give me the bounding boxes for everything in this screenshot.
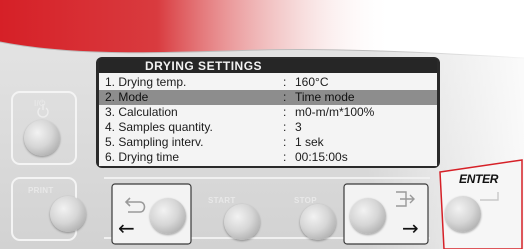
setting-value: 1 sek (295, 135, 324, 149)
setting-label: 2. Mode (105, 90, 149, 104)
setting-value: 160°C (295, 75, 329, 89)
setting-separator: : (283, 150, 287, 164)
setting-value: m0-m/m*100% (295, 105, 375, 119)
enter-key-label: ENTER (459, 172, 499, 186)
setting-value: 3 (295, 120, 302, 134)
stop-button[interactable] (300, 204, 336, 240)
print-key-label: PRINT (28, 186, 54, 195)
setting-separator: : (283, 105, 287, 119)
power-button[interactable] (24, 120, 60, 156)
setting-separator: : (283, 120, 287, 134)
next-arrow-icon: → (402, 216, 419, 240)
setting-label: 5. Sampling interv. (105, 135, 204, 149)
settings-row[interactable]: 4. Samples quantity.:3 (99, 120, 437, 135)
back-button[interactable] (150, 198, 186, 234)
display-title: DRYING SETTINGS (99, 59, 437, 73)
back-arrow-icon: ← (118, 216, 135, 240)
setting-separator: : (283, 90, 287, 104)
setting-separator: : (283, 135, 287, 149)
setting-value: 00:15:00s (295, 150, 348, 164)
setting-label: 1. Drying temp. (105, 75, 187, 89)
settings-row[interactable]: 5. Sampling interv.:1 sek (99, 135, 437, 150)
setting-label: 4. Samples quantity. (105, 120, 213, 134)
settings-row[interactable]: 6. Drying time:00:15:00s (99, 150, 437, 165)
setting-label: 6. Drying time (105, 150, 180, 164)
settings-list: 1. Drying temp.:160°C 2. Mode: Time mode 3.… (99, 73, 437, 166)
setting-label: 3. Calculation (105, 105, 178, 119)
start-button[interactable] (224, 204, 260, 240)
next-button[interactable] (350, 198, 386, 234)
scale-control-panel: DRYING SETTINGS 1. Drying temp.:160°C 2. … (0, 0, 524, 249)
power-key-label: I/⏻ (34, 99, 46, 108)
settings-row[interactable]: 1. Drying temp.:160°C (99, 75, 437, 90)
settings-row[interactable]: 2. Mode: Time mode (99, 90, 437, 105)
setting-separator: : (283, 75, 287, 89)
setting-value: Time mode (295, 90, 355, 104)
enter-button[interactable] (445, 196, 481, 232)
settings-row[interactable]: 3. Calculation: m0-m/m*100% (99, 105, 437, 120)
lcd-display: DRYING SETTINGS 1. Drying temp.:160°C 2. … (96, 57, 440, 168)
start-key-label: START (208, 196, 236, 205)
print-button[interactable] (50, 196, 86, 232)
